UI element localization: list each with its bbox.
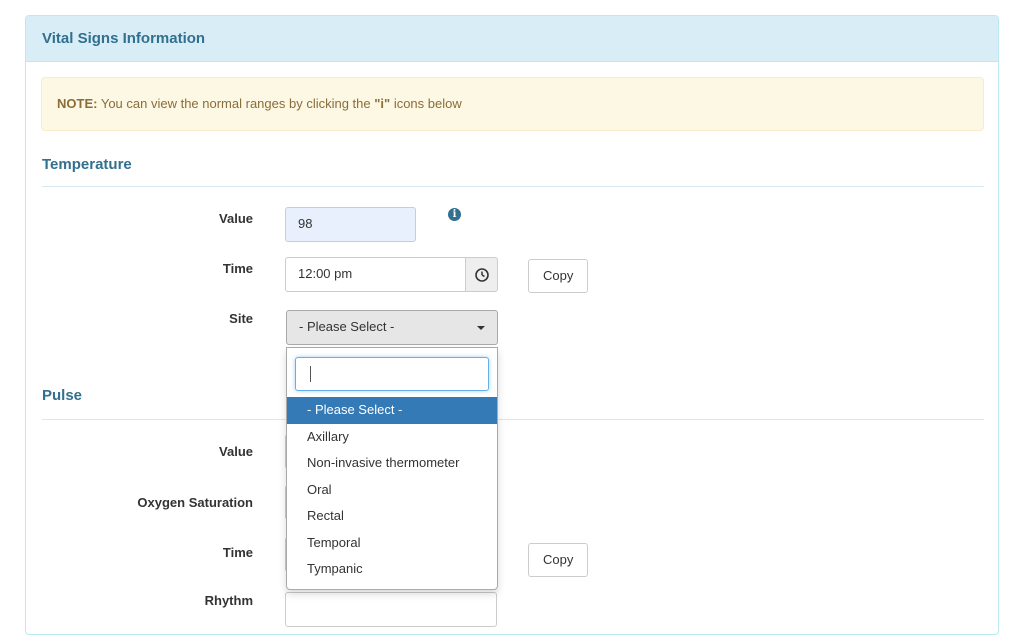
site-option[interactable]: Non-invasive thermometer — [287, 450, 497, 477]
caret-down-icon — [477, 326, 485, 330]
temperature-value-input[interactable]: 98 — [285, 207, 416, 242]
text-cursor — [310, 366, 311, 382]
temperature-copy-button[interactable]: Copy — [528, 259, 589, 293]
pulse-copy-button[interactable]: Copy — [528, 543, 589, 577]
site-option[interactable]: Oral — [287, 477, 497, 504]
oxygen-saturation-label: Oxygen Saturation — [137, 495, 253, 510]
info-icon[interactable]: i — [448, 208, 461, 221]
note-text-before: You can view the normal ranges by clicki… — [100, 96, 375, 111]
site-options-list: - Please Select - Axillary Non-invasive th… — [287, 397, 497, 583]
pulse-value-label: Value — [219, 444, 253, 459]
rhythm-label: Rhythm — [204, 593, 253, 608]
site-option[interactable]: Axillary — [287, 424, 497, 451]
temperature-time-input[interactable]: 12:00 pm — [285, 257, 466, 292]
note-alert: NOTE: You can view the normal ranges by … — [41, 77, 984, 131]
site-search-input[interactable] — [295, 357, 489, 391]
rhythm-select[interactable] — [285, 592, 497, 627]
temperature-value-label: Value — [219, 211, 253, 226]
temperature-site-label: Site — [229, 311, 253, 326]
clock-icon — [475, 268, 489, 282]
pulse-time-label: Time — [222, 545, 253, 560]
clock-button[interactable] — [465, 257, 498, 292]
site-dropdown: - Please Select - Axillary Non-invasive th… — [286, 347, 498, 590]
pulse-section-title: Pulse — [42, 387, 83, 404]
site-option[interactable]: - Please Select - — [287, 397, 497, 424]
panel-title: Vital Signs Information — [26, 16, 998, 62]
temperature-site-select[interactable]: - Please Select - — [286, 310, 498, 345]
note-highlight: "i" — [374, 96, 391, 111]
site-option[interactable]: Tympanic — [287, 556, 497, 583]
note-prefix: NOTE: — [57, 96, 98, 111]
temperature-time-label: Time — [222, 261, 253, 276]
site-option[interactable]: Temporal — [287, 530, 497, 557]
pulse-divider — [42, 419, 984, 420]
note-text-after: icons below — [390, 96, 462, 111]
temperature-section-title: Temperature — [42, 156, 132, 173]
temperature-divider — [42, 186, 984, 187]
site-option[interactable]: Rectal — [287, 503, 497, 530]
site-selected-value: - Please Select - — [299, 319, 395, 334]
